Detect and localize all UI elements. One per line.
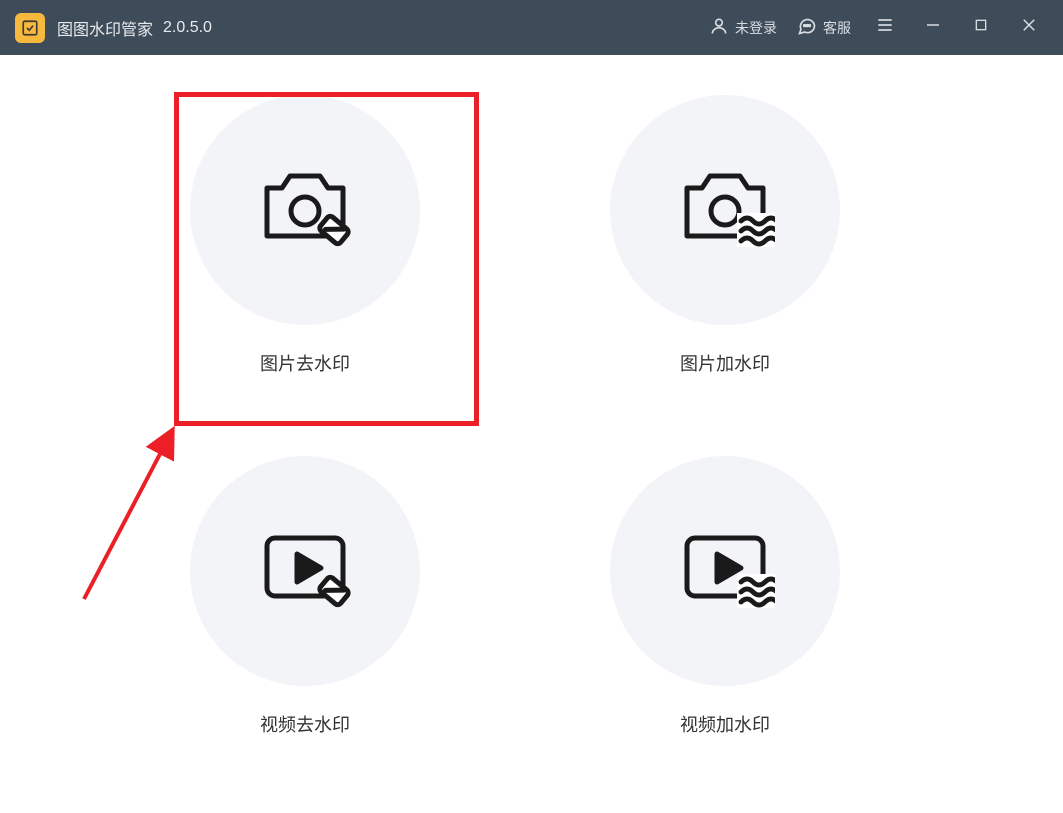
content-area: 图片去水印 图片加水印 — [0, 55, 1063, 813]
titlebar: 图图水印管家 2.0.5.0 未登录 客服 — [0, 0, 1063, 55]
feature-grid: 图片去水印 图片加水印 — [180, 95, 850, 737]
tile-circle — [190, 95, 420, 325]
minimize-button[interactable] — [909, 0, 957, 55]
maximize-icon — [973, 17, 989, 38]
close-icon — [1020, 16, 1038, 39]
tile-remove-image-watermark[interactable]: 图片去水印 — [180, 95, 430, 376]
minimize-icon — [924, 16, 942, 39]
menu-button[interactable] — [861, 0, 909, 55]
chat-icon — [797, 16, 817, 39]
login-button[interactable]: 未登录 — [699, 0, 787, 55]
tile-add-image-watermark[interactable]: 图片加水印 — [600, 95, 850, 376]
tile-circle — [610, 456, 840, 686]
close-button[interactable] — [1005, 0, 1053, 55]
tile-circle — [610, 95, 840, 325]
tile-remove-video-watermark[interactable]: 视频去水印 — [180, 456, 430, 737]
camera-erase-icon — [255, 163, 355, 258]
video-erase-icon — [255, 524, 355, 619]
tile-label: 图片去水印 — [260, 350, 350, 376]
app-version: 2.0.5.0 — [163, 19, 212, 37]
login-label: 未登录 — [735, 18, 777, 38]
menu-icon — [875, 15, 895, 40]
user-icon — [709, 16, 729, 39]
app-title: 图图水印管家 — [57, 16, 153, 40]
app-logo-icon — [15, 13, 45, 43]
support-button[interactable]: 客服 — [787, 0, 861, 55]
tile-label: 视频加水印 — [680, 711, 770, 737]
tile-circle — [190, 456, 420, 686]
tile-label: 视频去水印 — [260, 711, 350, 737]
maximize-button[interactable] — [957, 0, 1005, 55]
tile-label: 图片加水印 — [680, 350, 770, 376]
video-waves-icon — [675, 524, 775, 619]
tile-add-video-watermark[interactable]: 视频加水印 — [600, 456, 850, 737]
camera-waves-icon — [675, 163, 775, 258]
support-label: 客服 — [823, 18, 851, 38]
